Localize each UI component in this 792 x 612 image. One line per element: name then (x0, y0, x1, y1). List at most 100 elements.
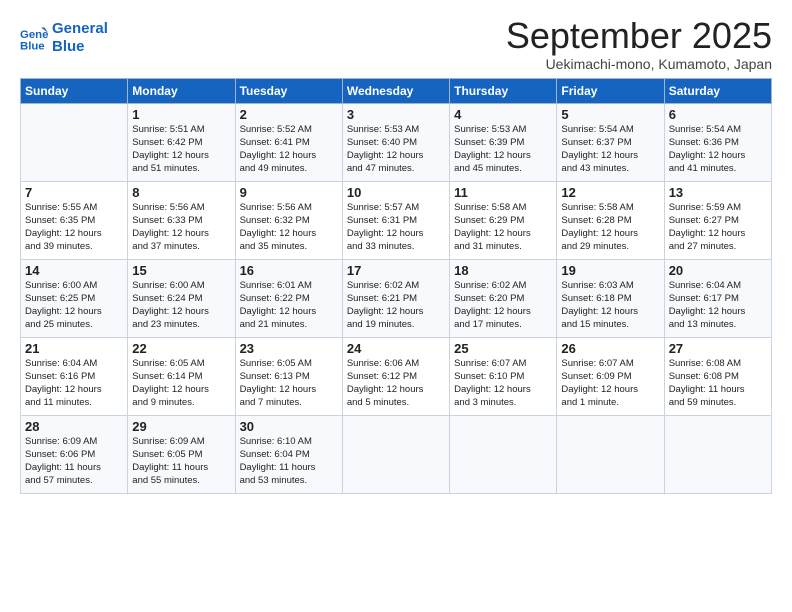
day-number: 20 (669, 263, 767, 278)
cell-info: Sunrise: 6:09 AMSunset: 6:05 PMDaylight:… (132, 435, 230, 487)
col-thursday: Thursday (450, 78, 557, 103)
cell-info: Sunrise: 6:02 AMSunset: 6:21 PMDaylight:… (347, 279, 445, 331)
day-number: 5 (561, 107, 659, 122)
day-number: 26 (561, 341, 659, 356)
col-monday: Monday (128, 78, 235, 103)
day-number: 14 (25, 263, 123, 278)
cell-info: Sunrise: 5:53 AMSunset: 6:39 PMDaylight:… (454, 123, 552, 175)
week-row-3: 14Sunrise: 6:00 AMSunset: 6:25 PMDayligh… (21, 259, 772, 337)
cell-info: Sunrise: 6:07 AMSunset: 6:09 PMDaylight:… (561, 357, 659, 409)
col-wednesday: Wednesday (342, 78, 449, 103)
cell-w2-d1: 7Sunrise: 5:55 AMSunset: 6:35 PMDaylight… (21, 181, 128, 259)
main-container: General Blue General Blue September 2025… (0, 0, 792, 504)
cell-w2-d6: 12Sunrise: 5:58 AMSunset: 6:28 PMDayligh… (557, 181, 664, 259)
cell-info: Sunrise: 6:02 AMSunset: 6:20 PMDaylight:… (454, 279, 552, 331)
cell-w1-d1 (21, 103, 128, 181)
cell-w5-d7 (664, 415, 771, 493)
cell-info: Sunrise: 6:08 AMSunset: 6:08 PMDaylight:… (669, 357, 767, 409)
cell-info: Sunrise: 5:55 AMSunset: 6:35 PMDaylight:… (25, 201, 123, 253)
col-tuesday: Tuesday (235, 78, 342, 103)
col-saturday: Saturday (664, 78, 771, 103)
day-number: 9 (240, 185, 338, 200)
cell-info: Sunrise: 5:54 AMSunset: 6:36 PMDaylight:… (669, 123, 767, 175)
cell-info: Sunrise: 6:03 AMSunset: 6:18 PMDaylight:… (561, 279, 659, 331)
cell-info: Sunrise: 5:58 AMSunset: 6:29 PMDaylight:… (454, 201, 552, 253)
day-number: 29 (132, 419, 230, 434)
cell-w5-d5 (450, 415, 557, 493)
svg-text:General: General (20, 29, 48, 41)
cell-info: Sunrise: 6:04 AMSunset: 6:17 PMDaylight:… (669, 279, 767, 331)
cell-w4-d6: 26Sunrise: 6:07 AMSunset: 6:09 PMDayligh… (557, 337, 664, 415)
cell-info: Sunrise: 6:05 AMSunset: 6:14 PMDaylight:… (132, 357, 230, 409)
logo-icon: General Blue (20, 24, 48, 52)
logo-line1: General (52, 20, 108, 37)
cell-info: Sunrise: 6:10 AMSunset: 6:04 PMDaylight:… (240, 435, 338, 487)
day-number: 25 (454, 341, 552, 356)
day-number: 15 (132, 263, 230, 278)
day-number: 17 (347, 263, 445, 278)
col-friday: Friday (557, 78, 664, 103)
day-number: 23 (240, 341, 338, 356)
cell-w3-d3: 16Sunrise: 6:01 AMSunset: 6:22 PMDayligh… (235, 259, 342, 337)
cell-w3-d6: 19Sunrise: 6:03 AMSunset: 6:18 PMDayligh… (557, 259, 664, 337)
week-row-5: 28Sunrise: 6:09 AMSunset: 6:06 PMDayligh… (21, 415, 772, 493)
cell-info: Sunrise: 6:05 AMSunset: 6:13 PMDaylight:… (240, 357, 338, 409)
logo-line2: Blue (52, 38, 85, 55)
day-number: 24 (347, 341, 445, 356)
cell-info: Sunrise: 5:51 AMSunset: 6:42 PMDaylight:… (132, 123, 230, 175)
logo-text: General Blue (52, 20, 108, 56)
cell-w1-d3: 2Sunrise: 5:52 AMSunset: 6:41 PMDaylight… (235, 103, 342, 181)
day-number: 30 (240, 419, 338, 434)
cell-w3-d5: 18Sunrise: 6:02 AMSunset: 6:20 PMDayligh… (450, 259, 557, 337)
month-title: September 2025 (506, 16, 772, 56)
day-number: 6 (669, 107, 767, 122)
day-number: 13 (669, 185, 767, 200)
day-number: 21 (25, 341, 123, 356)
cell-w3-d1: 14Sunrise: 6:00 AMSunset: 6:25 PMDayligh… (21, 259, 128, 337)
cell-info: Sunrise: 5:52 AMSunset: 6:41 PMDaylight:… (240, 123, 338, 175)
day-number: 10 (347, 185, 445, 200)
cell-w2-d3: 9Sunrise: 5:56 AMSunset: 6:32 PMDaylight… (235, 181, 342, 259)
cell-info: Sunrise: 6:07 AMSunset: 6:10 PMDaylight:… (454, 357, 552, 409)
day-number: 4 (454, 107, 552, 122)
cell-w3-d4: 17Sunrise: 6:02 AMSunset: 6:21 PMDayligh… (342, 259, 449, 337)
col-sunday: Sunday (21, 78, 128, 103)
svg-text:Blue: Blue (20, 40, 45, 52)
cell-w4-d4: 24Sunrise: 6:06 AMSunset: 6:12 PMDayligh… (342, 337, 449, 415)
cell-w1-d5: 4Sunrise: 5:53 AMSunset: 6:39 PMDaylight… (450, 103, 557, 181)
week-row-2: 7Sunrise: 5:55 AMSunset: 6:35 PMDaylight… (21, 181, 772, 259)
cell-info: Sunrise: 5:57 AMSunset: 6:31 PMDaylight:… (347, 201, 445, 253)
day-number: 2 (240, 107, 338, 122)
cell-w3-d2: 15Sunrise: 6:00 AMSunset: 6:24 PMDayligh… (128, 259, 235, 337)
header-row-days: Sunday Monday Tuesday Wednesday Thursday… (21, 78, 772, 103)
cell-w2-d2: 8Sunrise: 5:56 AMSunset: 6:33 PMDaylight… (128, 181, 235, 259)
cell-w5-d4 (342, 415, 449, 493)
calendar-table: Sunday Monday Tuesday Wednesday Thursday… (20, 78, 772, 494)
week-row-1: 1Sunrise: 5:51 AMSunset: 6:42 PMDaylight… (21, 103, 772, 181)
week-row-4: 21Sunrise: 6:04 AMSunset: 6:16 PMDayligh… (21, 337, 772, 415)
cell-w4-d3: 23Sunrise: 6:05 AMSunset: 6:13 PMDayligh… (235, 337, 342, 415)
cell-info: Sunrise: 5:56 AMSunset: 6:32 PMDaylight:… (240, 201, 338, 253)
day-number: 12 (561, 185, 659, 200)
day-number: 3 (347, 107, 445, 122)
cell-w4-d5: 25Sunrise: 6:07 AMSunset: 6:10 PMDayligh… (450, 337, 557, 415)
cell-info: Sunrise: 6:06 AMSunset: 6:12 PMDaylight:… (347, 357, 445, 409)
day-number: 7 (25, 185, 123, 200)
day-number: 11 (454, 185, 552, 200)
cell-info: Sunrise: 6:01 AMSunset: 6:22 PMDaylight:… (240, 279, 338, 331)
cell-w4-d1: 21Sunrise: 6:04 AMSunset: 6:16 PMDayligh… (21, 337, 128, 415)
cell-info: Sunrise: 5:53 AMSunset: 6:40 PMDaylight:… (347, 123, 445, 175)
cell-w5-d6 (557, 415, 664, 493)
cell-w2-d4: 10Sunrise: 5:57 AMSunset: 6:31 PMDayligh… (342, 181, 449, 259)
cell-info: Sunrise: 5:58 AMSunset: 6:28 PMDaylight:… (561, 201, 659, 253)
cell-info: Sunrise: 5:56 AMSunset: 6:33 PMDaylight:… (132, 201, 230, 253)
cell-w2-d7: 13Sunrise: 5:59 AMSunset: 6:27 PMDayligh… (664, 181, 771, 259)
cell-w1-d6: 5Sunrise: 5:54 AMSunset: 6:37 PMDaylight… (557, 103, 664, 181)
day-number: 1 (132, 107, 230, 122)
cell-info: Sunrise: 5:59 AMSunset: 6:27 PMDaylight:… (669, 201, 767, 253)
cell-w5-d3: 30Sunrise: 6:10 AMSunset: 6:04 PMDayligh… (235, 415, 342, 493)
cell-w3-d7: 20Sunrise: 6:04 AMSunset: 6:17 PMDayligh… (664, 259, 771, 337)
cell-w1-d4: 3Sunrise: 5:53 AMSunset: 6:40 PMDaylight… (342, 103, 449, 181)
day-number: 28 (25, 419, 123, 434)
cell-w4-d7: 27Sunrise: 6:08 AMSunset: 6:08 PMDayligh… (664, 337, 771, 415)
